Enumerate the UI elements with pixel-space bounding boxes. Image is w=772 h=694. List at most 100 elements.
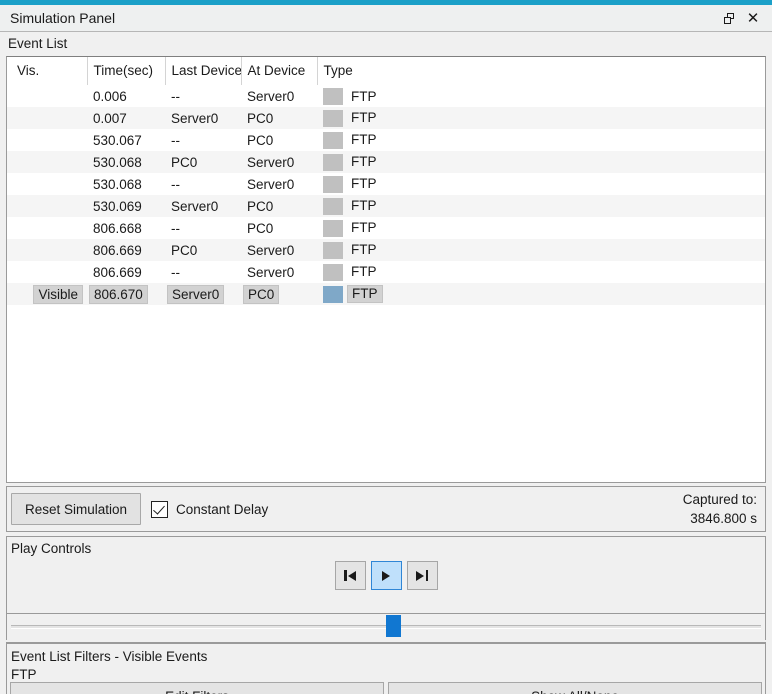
cell-vis bbox=[7, 151, 87, 173]
table-row[interactable]: 0.007 Server0 PC0 FTP bbox=[7, 107, 765, 129]
cell-vis bbox=[7, 107, 87, 129]
cell-last-device: -- bbox=[165, 85, 241, 107]
type-label: FTP bbox=[351, 154, 377, 170]
simulation-controls-bar: Reset Simulation Constant Delay Captured… bbox=[6, 486, 766, 532]
cell-type: FTP bbox=[317, 151, 765, 173]
checkbox-check-icon[interactable] bbox=[151, 500, 168, 518]
cell-at-device: Server0 bbox=[241, 239, 317, 261]
type-label: FTP bbox=[351, 264, 377, 280]
cell-at-device: Server0 bbox=[241, 85, 317, 107]
type-color-swatch bbox=[323, 109, 343, 127]
column-header-last-device[interactable]: Last Device bbox=[165, 57, 242, 86]
play-controls-buttons bbox=[7, 561, 765, 590]
type-label: FTP bbox=[351, 242, 377, 258]
slider-thumb[interactable] bbox=[386, 615, 401, 637]
table-row[interactable]: Visible 806.670 Server0 PC0 FTP bbox=[7, 283, 765, 305]
column-header-time[interactable]: Time(sec) bbox=[87, 57, 166, 86]
cell-at-device: PC0 bbox=[241, 283, 317, 305]
cell-vis bbox=[7, 173, 87, 195]
cell-at-device: PC0 bbox=[241, 107, 317, 129]
restore-window-icon[interactable] bbox=[722, 11, 736, 25]
table-row[interactable]: 806.669 PC0 Server0 FTP bbox=[7, 239, 765, 261]
type-color-swatch bbox=[323, 175, 343, 193]
table-row[interactable]: 530.068 -- Server0 FTP bbox=[7, 173, 765, 195]
simulation-panel-window: Simulation Panel ✕ Event List Vis. Time(… bbox=[0, 0, 772, 694]
event-list-body: 0.006 -- Server0 FTP 0.007 Server0 PC0 FTP 530.0… bbox=[7, 85, 765, 305]
cell-at-device: PC0 bbox=[241, 129, 317, 151]
cell-at-device: Server0 bbox=[241, 261, 317, 283]
cell-time: 806.669 bbox=[87, 239, 165, 261]
cell-last-device: -- bbox=[165, 261, 241, 283]
close-icon[interactable]: ✕ bbox=[746, 10, 760, 25]
table-row[interactable]: 806.668 -- PC0 FTP bbox=[7, 217, 765, 239]
type-label: FTP bbox=[351, 110, 377, 126]
cell-last-device: -- bbox=[165, 173, 241, 195]
type-label: FTP bbox=[347, 285, 383, 303]
captured-to-value: 3846.800 s bbox=[690, 511, 757, 526]
cell-vis bbox=[7, 85, 87, 107]
type-label: FTP bbox=[351, 176, 377, 192]
column-header-vis[interactable]: Vis. bbox=[7, 57, 88, 86]
cell-type: FTP bbox=[317, 107, 765, 129]
cell-time: 806.669 bbox=[87, 261, 165, 283]
type-label: FTP bbox=[351, 88, 377, 104]
playback-slider[interactable] bbox=[6, 614, 766, 640]
play-icon[interactable] bbox=[370, 561, 402, 590]
cell-type: FTP bbox=[317, 261, 765, 283]
type-color-swatch bbox=[323, 131, 343, 149]
cell-time: 0.006 bbox=[87, 85, 165, 107]
constant-delay-label: Constant Delay bbox=[176, 501, 269, 517]
column-header-at-device[interactable]: At Device bbox=[241, 57, 318, 86]
cell-type: FTP bbox=[317, 173, 765, 195]
filter-buttons: Edit Filters Show All/None bbox=[10, 682, 762, 694]
column-header-type[interactable]: Type bbox=[317, 57, 765, 86]
cell-vis bbox=[7, 239, 87, 261]
event-list-table: Vis. Time(sec) Last Device At Device Typ… bbox=[7, 57, 765, 305]
table-row[interactable]: 0.006 -- Server0 FTP bbox=[7, 85, 765, 107]
cell-at-device: Server0 bbox=[241, 173, 317, 195]
cell-last-device: Server0 bbox=[165, 107, 241, 129]
reset-simulation-button[interactable]: Reset Simulation bbox=[11, 493, 141, 525]
cell-vis: Visible bbox=[7, 283, 87, 305]
cell-time: 0.007 bbox=[87, 107, 165, 129]
cell-time: 530.069 bbox=[87, 195, 165, 217]
show-all-none-button[interactable]: Show All/None bbox=[388, 682, 762, 694]
play-controls-label: Play Controls bbox=[11, 541, 92, 556]
type-color-swatch bbox=[323, 87, 343, 105]
skip-to-start-icon[interactable] bbox=[334, 561, 366, 590]
cell-time: 530.067 bbox=[87, 129, 165, 151]
cell-type: FTP bbox=[317, 195, 765, 217]
type-color-swatch bbox=[323, 263, 343, 281]
skip-to-end-icon[interactable] bbox=[406, 561, 438, 590]
cell-at-device: PC0 bbox=[241, 217, 317, 239]
type-label: FTP bbox=[351, 220, 377, 236]
cell-time: 806.668 bbox=[87, 217, 165, 239]
window-titlebar: Simulation Panel ✕ bbox=[0, 5, 772, 32]
table-row[interactable]: 806.669 -- Server0 FTP bbox=[7, 261, 765, 283]
captured-to-readout: Captured to: 3846.800 s bbox=[683, 490, 757, 528]
type-color-swatch bbox=[323, 197, 343, 215]
cell-last-device: Server0 bbox=[165, 283, 241, 305]
cell-vis bbox=[7, 195, 87, 217]
cell-vis bbox=[7, 261, 87, 283]
event-list-section-label: Event List bbox=[0, 32, 772, 56]
type-color-swatch bbox=[323, 241, 343, 259]
type-label: FTP bbox=[351, 132, 377, 148]
constant-delay-checkbox[interactable]: Constant Delay bbox=[151, 500, 269, 518]
cell-vis bbox=[7, 129, 87, 151]
type-color-swatch bbox=[323, 153, 343, 171]
cell-last-device: Server0 bbox=[165, 195, 241, 217]
table-row[interactable]: 530.069 Server0 PC0 FTP bbox=[7, 195, 765, 217]
cell-type: FTP bbox=[317, 283, 765, 305]
event-list-filters-panel: Event List Filters - Visible Events FTP … bbox=[6, 642, 766, 694]
filters-title: Event List Filters - Visible Events bbox=[11, 649, 208, 664]
edit-filters-button[interactable]: Edit Filters bbox=[10, 682, 384, 694]
cell-time: 530.068 bbox=[87, 151, 165, 173]
type-label: FTP bbox=[351, 198, 377, 214]
table-row[interactable]: 530.067 -- PC0 FTP bbox=[7, 129, 765, 151]
table-row[interactable]: 530.068 PC0 Server0 FTP bbox=[7, 151, 765, 173]
type-color-swatch bbox=[323, 219, 343, 237]
window-buttons: ✕ bbox=[722, 10, 768, 25]
event-list-panel[interactable]: Vis. Time(sec) Last Device At Device Typ… bbox=[6, 56, 766, 483]
type-color-swatch bbox=[323, 285, 343, 303]
